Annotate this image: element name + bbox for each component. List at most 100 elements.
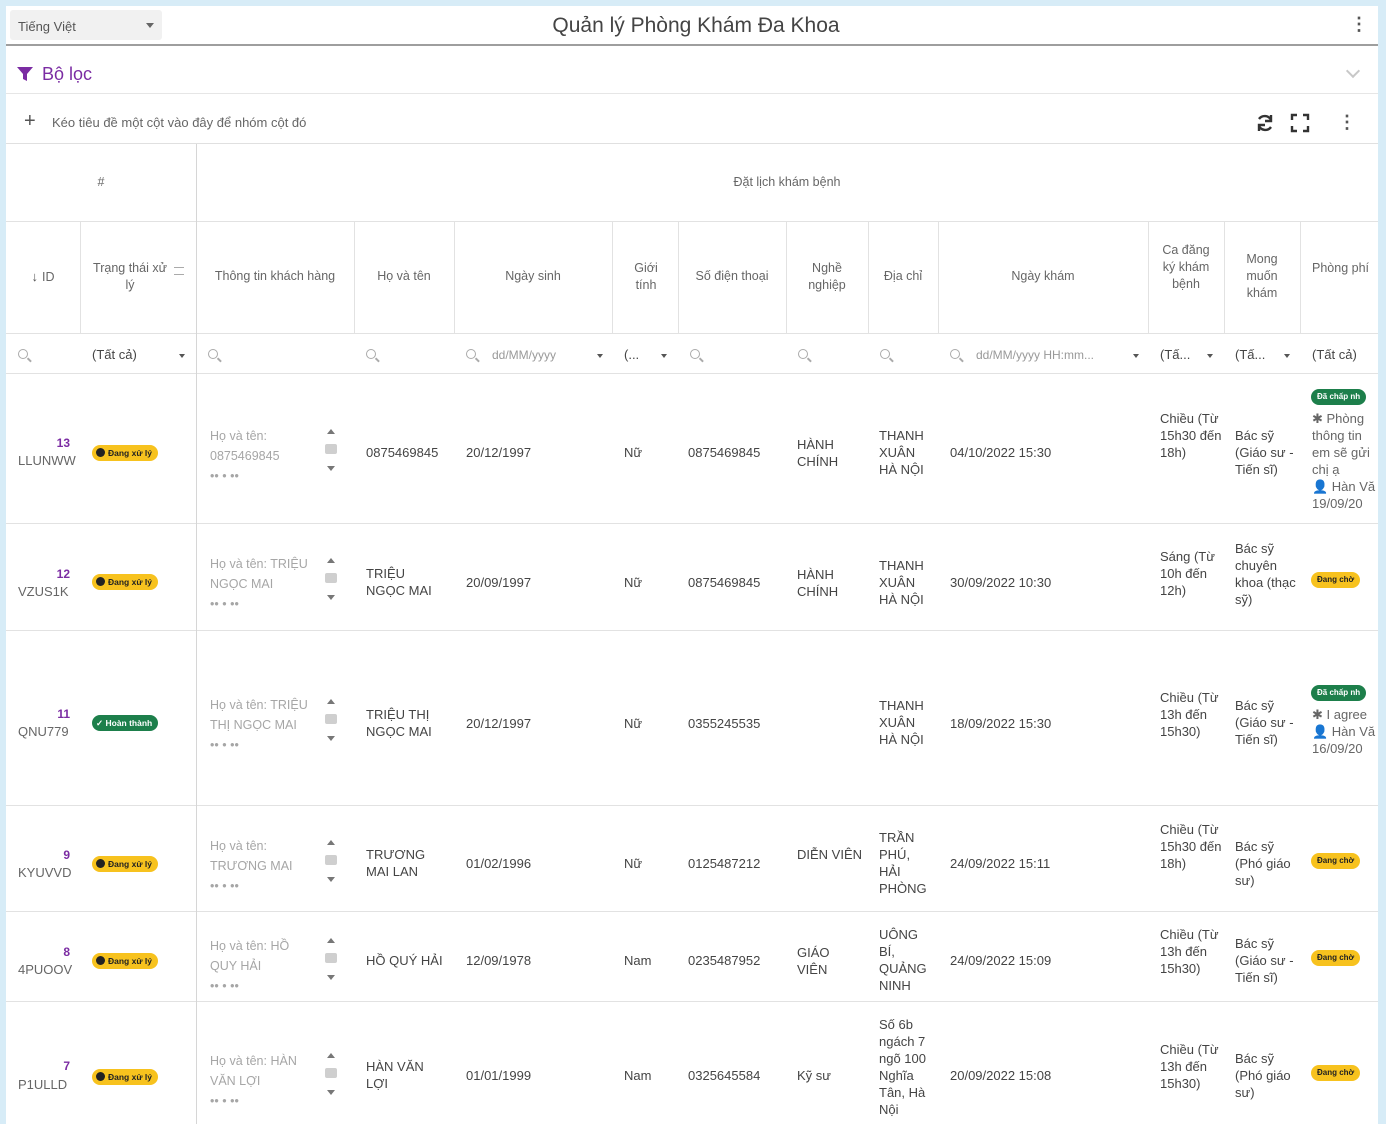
arrow-down-icon bbox=[327, 877, 335, 882]
search-icon[interactable] bbox=[950, 349, 960, 359]
gender-filter[interactable]: (... bbox=[624, 346, 639, 363]
status-badge: Đang xử lý bbox=[92, 856, 158, 872]
name-cell: TRIỆU NGỌC MAI bbox=[366, 566, 432, 598]
language-select[interactable]: Tiếng Việt bbox=[10, 10, 162, 40]
expand-stepper[interactable] bbox=[324, 936, 338, 982]
chevron-down-icon[interactable] bbox=[661, 354, 667, 358]
fee-filter[interactable]: (Tất cả) bbox=[1312, 346, 1357, 363]
customer-info[interactable]: Họ và tên: 0875469845 •• • •• bbox=[210, 426, 318, 484]
search-icon[interactable] bbox=[18, 349, 28, 359]
search-icon[interactable] bbox=[798, 349, 808, 359]
shift-cell: Chiều (Từ 13h đến 15h30) bbox=[1160, 927, 1219, 976]
shift-cell: Chiều (Từ 13h đến 15h30) bbox=[1160, 690, 1219, 739]
fullscreen-icon[interactable] bbox=[1289, 112, 1311, 134]
address-cell: THANH XUÂN HÀ NỘI bbox=[879, 558, 924, 607]
row-id[interactable]: P1ULLD bbox=[18, 1076, 67, 1093]
refresh-icon[interactable] bbox=[1254, 112, 1276, 134]
row-id[interactable]: VZUS1K bbox=[18, 583, 69, 600]
customer-info[interactable]: Họ và tên: TRIỆU THỊ NGỌC MAI •• • •• bbox=[210, 695, 318, 753]
column-header-dob[interactable]: Ngày sinh bbox=[454, 268, 612, 285]
clock-icon bbox=[96, 577, 105, 586]
expand-stepper[interactable] bbox=[324, 838, 338, 884]
shift-cell: Chiều (Từ 15h30 đến 18h) bbox=[1160, 822, 1222, 871]
arrow-down-icon bbox=[327, 595, 335, 600]
language-label: Tiếng Việt bbox=[18, 19, 76, 34]
gender-cell: Nữ bbox=[624, 716, 643, 731]
status-filter[interactable]: (Tất cả) bbox=[92, 346, 137, 363]
fee-note: ✱ I agree 👤 Hàn Vă 16/09/20 bbox=[1312, 707, 1376, 756]
customer-info[interactable]: Họ và tên: TRIỆU NGỌC MAI •• • •• bbox=[210, 554, 318, 612]
fee-status-badge: Đang chờ bbox=[1311, 853, 1361, 869]
customer-info[interactable]: Họ và tên: TRƯƠNG MAI •• • •• bbox=[210, 836, 318, 894]
chevron-down-icon[interactable] bbox=[1133, 354, 1139, 358]
dob-cell: 20/12/1997 bbox=[466, 716, 532, 731]
chevron-down-icon[interactable] bbox=[597, 354, 603, 358]
search-icon[interactable] bbox=[208, 349, 218, 359]
column-header-gender[interactable]: Giới tính bbox=[626, 260, 666, 294]
column-header-address[interactable]: Địa chỉ bbox=[868, 268, 938, 285]
row-id[interactable]: QNU779 bbox=[18, 723, 69, 740]
plus-icon[interactable]: + bbox=[24, 110, 36, 133]
arrow-down-icon bbox=[327, 466, 335, 471]
chevron-down-icon[interactable] bbox=[1207, 354, 1213, 358]
row-id[interactable]: 4PUOOV bbox=[18, 961, 72, 978]
arrow-up-icon bbox=[327, 1053, 335, 1058]
row-number: 7 bbox=[63, 1059, 70, 1073]
page-title: Quản lý Phòng Khám Đa Khoa bbox=[552, 14, 840, 37]
filter-panel-toggle[interactable]: Bộ lọc bbox=[6, 56, 1378, 94]
grid-options-icon[interactable]: ⋮ bbox=[1338, 112, 1356, 134]
column-header-customer[interactable]: Thông tin khách hàng bbox=[196, 268, 354, 285]
column-header-name[interactable]: Họ và tên bbox=[354, 268, 454, 285]
fee-status-badge: Đã chấp nh bbox=[1311, 685, 1367, 701]
shift-filter[interactable]: (Tấ... bbox=[1160, 346, 1190, 363]
row-id[interactable]: KYUVVD bbox=[18, 864, 71, 881]
fee-status-badge: Đang chờ bbox=[1311, 572, 1361, 588]
visit-date-filter-input[interactable]: dd/MM/yyyy HH:mm... bbox=[976, 347, 1111, 364]
column-header-wish[interactable]: Mong muốn khám bbox=[1234, 251, 1290, 302]
fee-status-badge: Đã chấp nh bbox=[1311, 389, 1367, 405]
row-number: 8 bbox=[63, 945, 70, 959]
address-cell: TRẦN PHÚ, HẢI PHÒNG bbox=[879, 830, 927, 896]
column-header-id[interactable]: ↓ ID bbox=[6, 268, 80, 286]
expand-stepper[interactable] bbox=[324, 556, 338, 602]
name-cell: HỒ QUÝ HẢI bbox=[366, 953, 443, 968]
customer-info[interactable]: Họ và tên: HỒ QUY HẢI •• • •• bbox=[210, 936, 318, 994]
row-id[interactable]: LLUNWW bbox=[18, 452, 76, 469]
column-header-status[interactable]: Trạng thái xử lý bbox=[90, 260, 170, 294]
chevron-down-icon[interactable] bbox=[1284, 354, 1290, 358]
column-header-job[interactable]: Nghề nghiệp bbox=[801, 260, 853, 294]
wish-filter[interactable]: (Tấ... bbox=[1235, 346, 1265, 363]
visit-date-cell: 20/09/2022 15:08 bbox=[950, 1068, 1052, 1083]
expand-stepper[interactable] bbox=[324, 697, 338, 743]
column-header-phone[interactable]: Số điện thoại bbox=[678, 268, 786, 285]
dob-cell: 20/12/1997 bbox=[466, 445, 532, 460]
expand-stepper[interactable] bbox=[324, 427, 338, 473]
job-cell: Kỹ sư bbox=[797, 1068, 831, 1083]
more-options-icon[interactable]: ⋮ bbox=[1350, 14, 1368, 36]
chevron-down-icon bbox=[146, 23, 154, 28]
address-cell: Số 6b ngách 7 ngõ 100 Nghĩa Tân, Hà Nội bbox=[879, 1017, 926, 1117]
gender-cell: Nữ bbox=[624, 445, 643, 460]
wish-cell: Bác sỹ (Phó giáo sư) bbox=[1235, 839, 1291, 888]
status-badge: Đang xử lý bbox=[92, 953, 158, 969]
shift-cell: Sáng (Từ 10h đến 12h) bbox=[1160, 549, 1215, 598]
search-icon[interactable] bbox=[366, 349, 376, 359]
column-menu-icon[interactable] bbox=[174, 267, 184, 275]
expand-stepper[interactable] bbox=[324, 1051, 338, 1097]
chevron-down-icon[interactable] bbox=[179, 354, 185, 358]
search-icon[interactable] bbox=[466, 349, 476, 359]
filter-label: Bộ lọc bbox=[42, 64, 93, 84]
search-icon[interactable] bbox=[690, 349, 700, 359]
column-header-shift[interactable]: Ca đăng ký khám bệnh bbox=[1158, 242, 1214, 293]
column-header-fee[interactable]: Phòng phí bbox=[1312, 260, 1378, 277]
address-cell: UÔNG BÍ, QUẢNG NINH bbox=[879, 927, 927, 993]
phone-cell: 0235487952 bbox=[688, 953, 761, 968]
funnel-icon bbox=[17, 67, 33, 81]
visit-date-cell: 24/09/2022 15:11 bbox=[950, 856, 1051, 871]
customer-info[interactable]: Họ và tên: HÀN VĂN LỢI •• • •• bbox=[210, 1051, 318, 1109]
job-cell: GIÁO VIÊN bbox=[797, 945, 830, 977]
column-header-visit-date[interactable]: Ngày khám bbox=[938, 268, 1148, 285]
search-icon[interactable] bbox=[880, 349, 890, 359]
dob-filter-input[interactable]: dd/MM/yyyy bbox=[492, 347, 556, 364]
shift-cell: Chiều (Từ 13h đến 15h30) bbox=[1160, 1042, 1219, 1091]
